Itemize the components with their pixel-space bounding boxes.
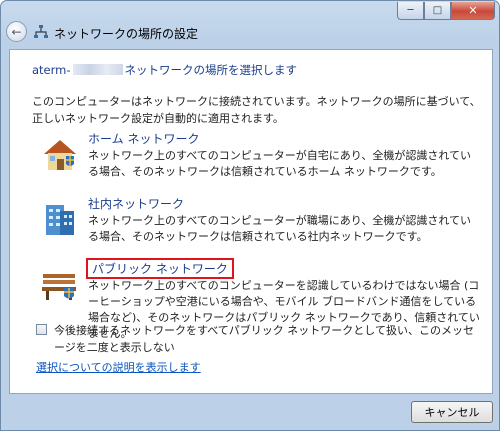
description-text: このコンピューターはネットワークに接続されています。ネットワークの場所に基づいて… bbox=[32, 95, 481, 125]
heading-text: ネットワークの場所を選択します bbox=[124, 63, 298, 77]
option-home-title[interactable]: ホーム ネットワーク bbox=[88, 130, 199, 147]
dialog-content: aterm- ネットワークの場所を選択します このコンピューターはネットワークに接… bbox=[9, 49, 493, 394]
option-public-title[interactable]: パブリック ネットワーク bbox=[86, 258, 234, 279]
network-icon bbox=[34, 25, 48, 38]
option-home-description: ネットワーク上のすべてのコンピューターが自宅にあり、全機が認識されている場合、そ… bbox=[88, 149, 472, 178]
treat-as-public-label[interactable]: 今後接続するネットワークをすべてパブリック ネットワークとして扱い、このメッセー… bbox=[54, 322, 484, 356]
network-name-prefix: aterm- bbox=[32, 63, 71, 77]
office-building-icon bbox=[46, 205, 74, 235]
back-button[interactable]: ← bbox=[6, 21, 27, 42]
cancel-button[interactable]: キャンセル bbox=[411, 401, 493, 423]
option-work-title[interactable]: 社内ネットワーク bbox=[88, 195, 184, 212]
minimize-button[interactable]: ─ bbox=[397, 2, 424, 20]
option-work-description: ネットワーク上のすべてのコンピューターが職場にあり、全機が認識されている場合、そ… bbox=[88, 214, 472, 243]
home-icon bbox=[44, 140, 76, 170]
close-button[interactable]: ✕ bbox=[451, 2, 495, 20]
park-bench-icon bbox=[42, 274, 76, 300]
help-link[interactable]: 選択についての説明を表示します bbox=[36, 359, 201, 375]
treat-as-public-checkbox[interactable] bbox=[36, 324, 47, 335]
maximize-button[interactable]: □ bbox=[424, 2, 451, 20]
dialog-footer: キャンセル bbox=[9, 394, 493, 430]
title-bar: ─ □ ✕ ← ネットワークの場所の設定 bbox=[1, 1, 499, 47]
window-controls: ─ □ ✕ bbox=[397, 2, 495, 20]
window-title: ネットワークの場所の設定 bbox=[54, 27, 199, 41]
redacted-network-name bbox=[72, 64, 123, 75]
dialog-window: ─ □ ✕ ← ネットワークの場所の設定 aterm- ネットワークの場所を選択し… bbox=[0, 0, 500, 431]
page-heading: aterm- ネットワークの場所を選択します bbox=[32, 62, 297, 78]
